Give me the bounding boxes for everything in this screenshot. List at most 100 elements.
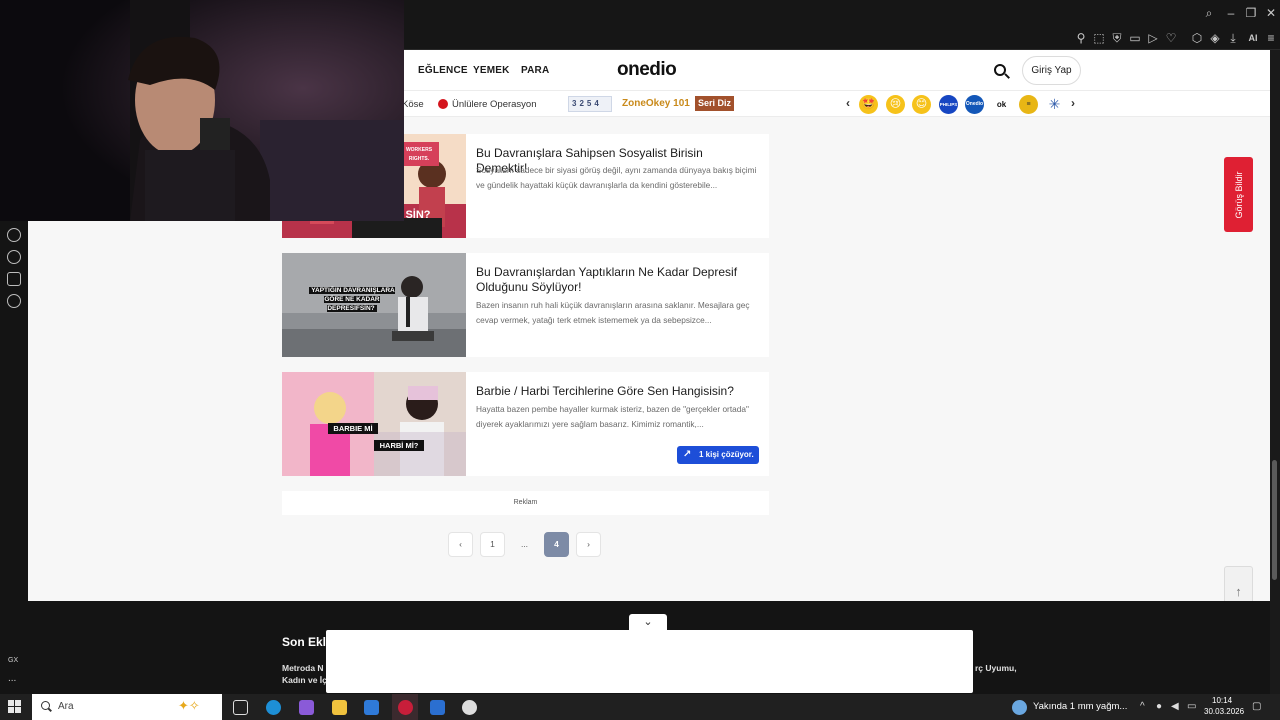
article-thumbnail[interactable]: YAPTIĞIN DAVRANIŞLARA GÖRE NE KADAR DEPR… [282,253,466,357]
edge-icon[interactable] [266,700,281,715]
extensions-icon[interactable]: ⬡ [1190,31,1204,45]
seri-diz-button[interactable]: Seri Diz [695,96,734,111]
windows-taskbar: Ara ✦✧ Yakında 1 mm yağm... ^ ● ◀ ▭ 10:1… [0,694,1280,720]
pagination-next[interactable]: › [576,532,601,557]
article-card[interactable]: YAPTIĞIN DAVRANIŞLARA GÖRE NE KADAR DEPR… [282,253,769,357]
opera-gx-icon [398,700,413,715]
yellow-badge-icon[interactable]: ≡ [1019,95,1038,114]
thumbnail-caption-text: YAPTIĞIN DAVRANIŞLARA GÖRE NE KADAR DEPR… [309,287,395,312]
ok-badge-icon[interactable]: ok [992,95,1011,114]
close-icon[interactable]: ✕ [1264,6,1278,20]
clock-time[interactable]: 10:14 [1212,696,1232,705]
subnav-item-unluler[interactable]: Ünlülere Operasyon [452,99,537,110]
notifications-icon[interactable]: ▢ [1252,701,1261,712]
pagination-page-1[interactable]: 1 [480,532,505,557]
pagination-page-current[interactable]: 4 [544,532,569,557]
thumbnail-banner-text: WORKERS RIGHTS. [405,147,433,162]
network-icon[interactable]: ▭ [1187,701,1196,712]
site-logo[interactable]: onedio [617,59,677,81]
chevron-left-icon[interactable]: ‹ [846,96,850,110]
emoji-crying-icon[interactable]: 😢 [886,95,905,114]
download-icon[interactable]: ⤓ [1226,31,1240,45]
article-title[interactable]: Bu Davranışlardan Yaptıkların Ne Kadar D… [476,265,756,295]
pin-icon[interactable]: ⚲ [1074,31,1088,45]
taskbar-search-placeholder: Ara [58,701,74,712]
emoji-smile-icon[interactable]: 😊 [912,95,931,114]
chevron-right-icon[interactable]: › [1071,96,1075,110]
trend-up-icon: ↗ [683,449,692,460]
snapshot-icon[interactable]: ⬚ [1092,31,1106,45]
chevron-up-icon[interactable]: ^ [1140,701,1145,712]
cube-icon[interactable]: ◈ [1208,31,1222,45]
nav-link-yemek[interactable]: YEMEK [473,65,510,76]
ai-icon[interactable]: AI [1244,31,1262,45]
webcam-feed-image [0,0,404,221]
shield-icon[interactable]: ⛨ [1110,31,1124,45]
webcam-overlay [0,0,404,221]
task-view-icon[interactable] [233,700,248,715]
search-icon[interactable]: ⌕ [1202,6,1216,20]
window-icon[interactable]: ▭ [1128,31,1142,45]
zone-numbers: 3254 [568,96,612,112]
solver-badge-label: 1 kişi çözüyor. [699,450,754,459]
weather-text[interactable]: Yakında 1 mm yağm... [1033,701,1127,712]
store-icon[interactable] [364,700,379,715]
snowflake-badge-icon[interactable]: ✳ [1045,95,1064,114]
file-explorer-icon[interactable] [332,700,347,715]
speaker-icon[interactable]: ◀ [1171,701,1179,712]
windows-start-icon[interactable] [8,700,22,714]
taskbar-search-input[interactable]: Ara ✦✧ [32,694,222,720]
scrollbar-thumb[interactable] [1272,460,1277,580]
clock-date[interactable]: 30.03.2026 [1204,707,1244,716]
subnav-item-kose[interactable]: Köse [402,99,424,110]
onedio-badge-icon[interactable]: Onedio [965,95,984,114]
footer-link[interactable]: Kadın ve İç [282,675,327,685]
copilot-sparkle-icon[interactable]: ✦✧ [178,698,200,714]
feedback-button[interactable]: Görüş Bildir [1224,157,1253,232]
sticky-ad-panel [326,630,973,693]
browser-sidebar: GX ... [0,221,28,694]
browser-scrollbar-track [1270,50,1280,694]
heart-icon[interactable]: ♡ [1164,31,1178,45]
gx-label: GX [8,657,19,664]
copilot-icon[interactable] [299,700,314,715]
browser-toolbar: ⌕ – ❐ ✕ ⚲ ⬚ ⛨ ▭ ▷ ♡ ⬡ ◈ ⤓ AI ≡ [404,0,1280,50]
player-icon[interactable] [7,228,21,242]
search-icon[interactable] [994,64,1006,76]
more-icon[interactable]: ... [8,673,16,684]
article-description: Hayatta bazen pembe hayaller kurmak iste… [476,404,749,429]
pagination-prev[interactable]: ‹ [448,532,473,557]
solver-badge[interactable]: ↗ 1 kişi çözüyor. [677,446,759,464]
mail-icon[interactable] [430,700,445,715]
emoji-star-eyes-icon[interactable]: 🤩 [859,95,878,114]
article-thumbnail[interactable]: BARBIE Mİ HARBİ Mİ? [282,372,466,476]
footer-link[interactable]: Metroda N [282,663,324,673]
play-icon[interactable]: ▷ [1146,31,1160,45]
thumbnail-caption-harbi: HARBİ Mİ? [374,440,424,451]
ad-collapse-button[interactable]: ⌄ [629,614,667,631]
nav-link-para[interactable]: PARA [521,65,549,76]
settings-icon[interactable] [7,294,21,308]
scroll-to-top-button[interactable]: ↑ [1224,566,1253,601]
menu-icon[interactable]: ≡ [1264,31,1278,45]
extensions-side-icon[interactable] [7,272,21,286]
weather-icon[interactable] [1012,700,1027,715]
philips-icon[interactable]: PHILIPS [939,95,958,114]
article-card[interactable]: BARBIE Mİ HARBİ Mİ? Barbie / Harbi Terci… [282,372,769,476]
login-button[interactable]: Giriş Yap [1022,56,1081,85]
app-icon[interactable] [462,700,477,715]
history-icon[interactable] [7,250,21,264]
article-description: Bazen insanın ruh hali küçük davranışlar… [476,300,750,325]
footer-link[interactable]: rç Uyumu, [975,663,1017,673]
article-title[interactable]: Barbie / Harbi Tercihlerine Göre Sen Han… [476,384,756,399]
microphone-icon[interactable]: ● [1156,701,1162,712]
pagination-ellipsis: ... [520,539,529,549]
article-description: Sosyalizm sadece bir siyasi görüş değil,… [476,165,757,190]
minimize-icon[interactable]: – [1224,6,1238,20]
zoneokey-label[interactable]: ZoneOkey 101 [622,98,690,109]
nav-link-eglence[interactable]: EĞLENCE [418,65,468,76]
restore-icon[interactable]: ❐ [1244,6,1258,20]
search-icon [41,701,50,710]
live-dot-icon [438,99,448,109]
feedback-label: Görüş Bildir [1233,170,1244,219]
